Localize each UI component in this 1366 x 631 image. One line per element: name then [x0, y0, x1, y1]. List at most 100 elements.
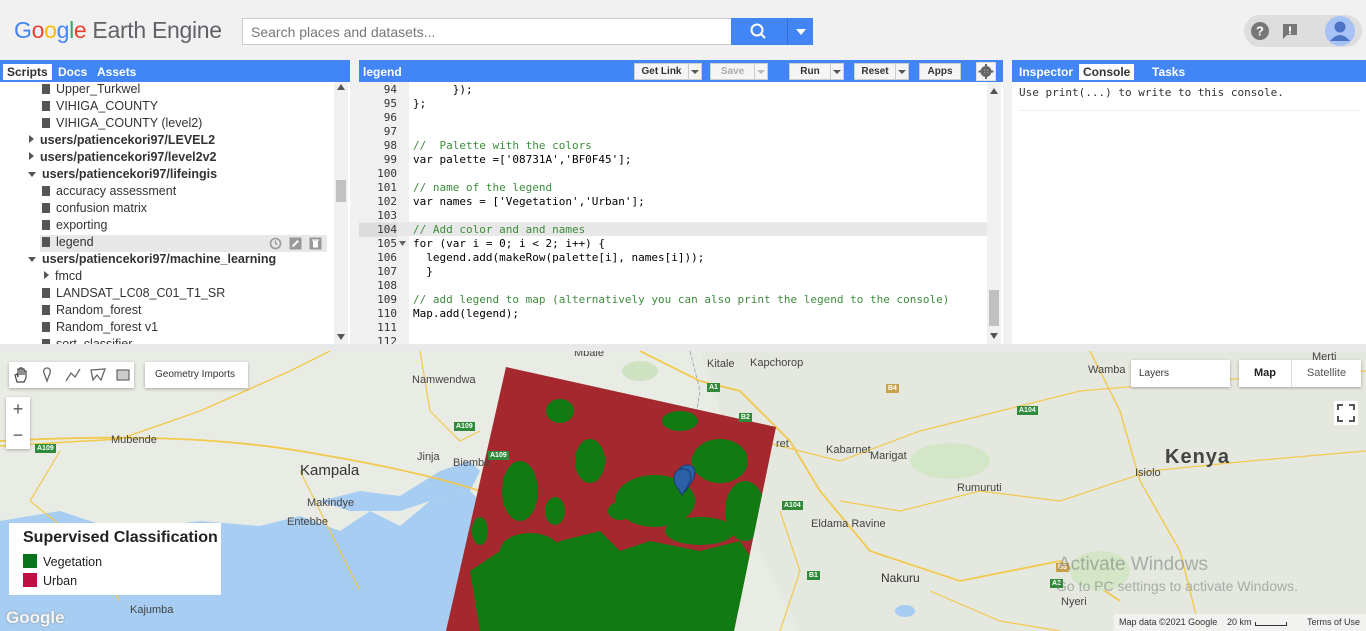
history-icon[interactable]: [269, 237, 282, 250]
tree-item[interactable]: VIHIGA_COUNTY (level2): [42, 116, 202, 133]
fold-arrow-icon[interactable]: [399, 241, 406, 247]
file-icon: [42, 305, 50, 315]
get-link-button[interactable]: Get Link: [634, 63, 689, 80]
reset-button[interactable]: Reset: [854, 63, 896, 80]
tree-item[interactable]: LANDSAT_LC08_C01_T1_SR: [42, 286, 225, 303]
search-input[interactable]: Search places and datasets...: [242, 18, 732, 45]
reset-dropdown[interactable]: [895, 63, 909, 80]
scroll-up-icon[interactable]: [990, 88, 998, 94]
caret-down-icon: [28, 257, 36, 262]
tree-subfolder[interactable]: fmcd: [44, 269, 82, 286]
map-canvas[interactable]: Mbale Kapchorop Merti Namwendwa Wamba Ki…: [0, 351, 1366, 631]
scroll-down-icon[interactable]: [990, 333, 998, 339]
tree-item[interactable]: VIHIGA_COUNTY: [42, 99, 158, 116]
place-label: ret: [776, 438, 789, 450]
line-number: 101: [377, 181, 397, 194]
delete-icon[interactable]: [309, 237, 322, 250]
code-line: };: [413, 97, 427, 110]
map-data-attribution[interactable]: Map data ©2021 Google: [1119, 617, 1217, 627]
splitter-left[interactable]: [350, 60, 359, 346]
tree-item-selected[interactable]: legend: [40, 235, 327, 252]
code-editor[interactable]: 94 95 96 97 98 99 100 101 102 103 104 10…: [359, 82, 1003, 344]
code-line: }: [413, 265, 433, 278]
zoom-in-button[interactable]: +: [6, 397, 30, 423]
settings-gear-icon[interactable]: [976, 62, 996, 81]
line-number: 109: [377, 293, 397, 306]
polygon-tool-icon[interactable]: [89, 366, 107, 384]
editor-scrollbar[interactable]: [987, 82, 1001, 344]
tree-item-label: sort_classifier: [56, 337, 133, 344]
tab-inspector[interactable]: Inspector: [1015, 64, 1077, 80]
splitter-right[interactable]: [1003, 60, 1012, 346]
tab-scripts[interactable]: Scripts: [3, 64, 52, 80]
edit-icon[interactable]: [289, 237, 302, 250]
fullscreen-icon[interactable]: [1334, 401, 1358, 425]
line-number: 108: [377, 279, 397, 292]
tab-tasks[interactable]: Tasks: [1148, 64, 1189, 80]
save-dropdown[interactable]: [754, 63, 768, 80]
tree-item[interactable]: accuracy assessment: [42, 184, 176, 201]
tree-item-label: VIHIGA_COUNTY: [56, 99, 159, 113]
caret-right-icon: [44, 271, 49, 279]
splitter-horizontal[interactable]: [0, 344, 1366, 351]
map-type-satellite-button[interactable]: Satellite: [1291, 360, 1361, 387]
account-avatar-icon[interactable]: [1324, 15, 1356, 47]
feedback-icon[interactable]: [1280, 21, 1300, 41]
scroll-thumb[interactable]: [989, 290, 999, 326]
scroll-down-icon[interactable]: [337, 334, 345, 340]
get-link-dropdown[interactable]: [688, 63, 702, 80]
activate-windows-subtext: Go to PC settings to activate Windows.: [1056, 578, 1298, 594]
tree-item[interactable]: sort_classifier: [42, 337, 132, 344]
zoom-out-button[interactable]: −: [6, 423, 30, 449]
scale-label[interactable]: 20 km: [1227, 617, 1252, 627]
scroll-thumb[interactable]: [336, 180, 346, 202]
tree-folder[interactable]: users/patiencekori97/lifeingis: [28, 167, 217, 184]
tree-folder[interactable]: users/patiencekori97/machine_learning: [28, 252, 276, 269]
tree-item-label: users/patiencekori97/lifeingis: [42, 167, 218, 181]
place-label: Rumuruti: [957, 482, 1002, 494]
geometry-imports-button[interactable]: Geometry Imports: [145, 362, 248, 388]
file-icon: [42, 220, 50, 230]
file-icon: [42, 288, 50, 298]
file-icon: [42, 84, 50, 94]
code-line: // Palette with the colors: [413, 139, 592, 152]
line-number: 99: [383, 153, 397, 166]
scripts-scrollbar[interactable]: [334, 82, 348, 344]
pan-hand-icon[interactable]: [12, 366, 30, 384]
search-dropdown-button[interactable]: [787, 18, 813, 45]
rectangle-tool-icon[interactable]: [114, 366, 132, 384]
search-button[interactable]: [731, 18, 787, 45]
tab-docs[interactable]: Docs: [54, 64, 91, 80]
marker-tool-icon[interactable]: [38, 366, 56, 384]
tree-item-label: users/patiencekori97/LEVEL2: [40, 133, 216, 147]
tree-folder[interactable]: users/patiencekori97/LEVEL2: [29, 133, 215, 150]
terms-of-use-link[interactable]: Terms of Use: [1307, 617, 1360, 627]
map-type-map-button[interactable]: Map: [1239, 360, 1291, 387]
tree-item[interactable]: Random_forest v1: [42, 320, 158, 337]
apps-button[interactable]: Apps: [919, 63, 961, 80]
tree-item[interactable]: exporting: [42, 218, 107, 235]
tree-item-label: users/patiencekori97/level2v2: [40, 150, 217, 164]
scroll-up-icon[interactable]: [337, 84, 345, 90]
tree-folder[interactable]: users/patiencekori97/level2v2: [29, 150, 217, 167]
place-label: Kampala: [300, 462, 360, 479]
tree-item-label: Random_forest: [56, 303, 142, 317]
place-label: Makindye: [307, 497, 355, 509]
tab-console[interactable]: Console: [1079, 64, 1135, 80]
tree-item[interactable]: confusion matrix: [42, 201, 147, 218]
place-label: Kitale: [707, 358, 735, 370]
place-label: Eldama Ravine: [811, 518, 886, 530]
legend-swatch: [23, 554, 37, 568]
line-tool-icon[interactable]: [64, 366, 82, 384]
tab-assets[interactable]: Assets: [93, 64, 140, 80]
legend-swatch: [23, 573, 37, 587]
layers-button[interactable]: Layers: [1131, 360, 1230, 387]
earth-engine-logo[interactable]: Google Earth Engine: [14, 17, 222, 44]
save-button[interactable]: Save: [710, 63, 755, 80]
tree-item[interactable]: Upper_Turkwel: [42, 82, 140, 99]
tree-item[interactable]: Random_forest: [42, 303, 141, 320]
run-button[interactable]: Run: [789, 63, 831, 80]
logo-letter: o: [31, 17, 45, 43]
help-icon[interactable]: ?: [1250, 21, 1270, 41]
run-dropdown[interactable]: [830, 63, 844, 80]
